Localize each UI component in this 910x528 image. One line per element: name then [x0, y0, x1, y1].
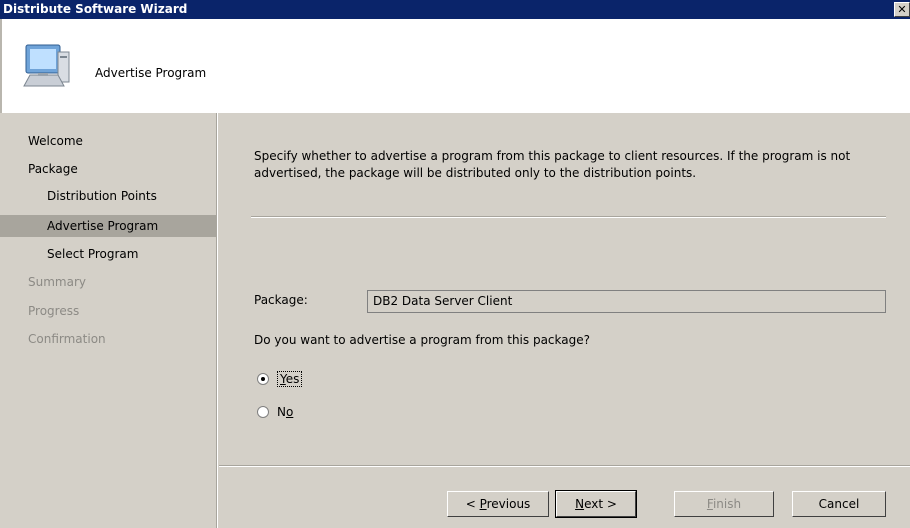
radio-no-indicator[interactable] [257, 406, 269, 418]
close-icon: ✕ [897, 3, 907, 16]
previous-button[interactable]: < Previous [447, 491, 549, 517]
radio-no-label: No [277, 405, 294, 419]
description-text: Specify whether to advertise a program f… [254, 149, 851, 180]
page-title: Advertise Program [95, 66, 207, 80]
close-button[interactable]: ✕ [894, 2, 910, 17]
sidebar-item-welcome[interactable]: Welcome [0, 130, 216, 152]
radio-no[interactable]: No [257, 403, 293, 421]
sidebar-item-select-program[interactable]: Select Program [0, 243, 216, 265]
wizard-steps-sidebar: Welcome Package Distribution Points Adve… [0, 113, 218, 528]
sidebar-item-summary: Summary [28, 275, 86, 289]
wizard-content: Specify whether to advertise a program f… [219, 113, 910, 528]
sidebar-item-distribution-points[interactable]: Distribution Points [0, 185, 216, 207]
package-label: Package: [254, 293, 308, 307]
wizard-header: Advertise Program [0, 19, 910, 113]
next-button[interactable]: Next > [555, 490, 637, 518]
sidebar-item-advertise-program[interactable]: Advertise Program [0, 215, 216, 237]
cancel-button[interactable]: Cancel [792, 491, 886, 517]
window-title: Distribute Software Wizard [3, 2, 188, 16]
advertise-question: Do you want to advertise a program from … [254, 333, 590, 347]
divider [251, 216, 886, 218]
finish-button: Finish [674, 491, 774, 517]
radio-yes[interactable]: Yes [257, 370, 303, 388]
package-field: DB2 Data Server Client [367, 290, 886, 313]
radio-yes-label: Yes [277, 371, 303, 387]
radio-yes-indicator[interactable] [257, 373, 269, 385]
footer-divider [219, 465, 910, 467]
computer-icon [23, 44, 70, 87]
sidebar-item-confirmation: Confirmation [28, 332, 106, 346]
sidebar-item-progress: Progress [28, 304, 80, 318]
title-bar: Distribute Software Wizard ✕ [0, 0, 910, 19]
sidebar-item-package[interactable]: Package [0, 158, 216, 180]
